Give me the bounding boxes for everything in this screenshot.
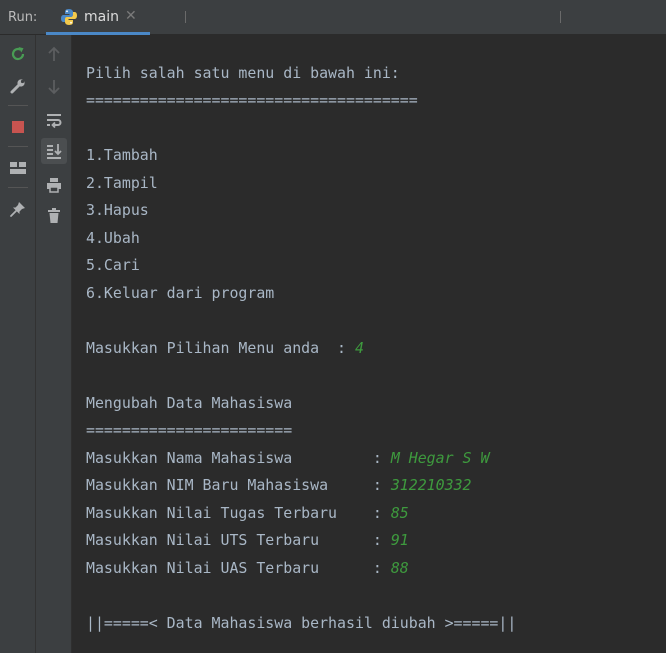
trash-icon[interactable]: [41, 203, 67, 229]
field-line-nim: Masukkan NIM Baru Mahasiswa : 312210332: [86, 475, 472, 495]
scroll-to-end-icon[interactable]: [41, 138, 67, 164]
menu-item-hapus: 3.Hapus: [86, 201, 149, 219]
field-input: 88: [390, 559, 409, 577]
run-toolbar: [0, 35, 36, 653]
print-icon[interactable]: [41, 172, 67, 198]
down-arrow-icon[interactable]: [41, 74, 67, 100]
section-title: Mengubah Data Mahasiswa: [86, 394, 293, 412]
menu-item-cari: 5.Cari: [86, 256, 140, 274]
menu-title: Pilih salah satu menu di bawah ini:: [86, 64, 400, 82]
layout-icon[interactable]: [5, 155, 31, 181]
tab-main-label: main: [84, 9, 119, 25]
console-toolbar: [36, 35, 72, 653]
field-line-uts: Masukkan Nilai UTS Terbaru : 91: [86, 530, 409, 550]
choice-line: Masukkan Pilihan Menu anda : 4: [86, 338, 364, 358]
section-rule: =======================: [86, 421, 293, 439]
python-icon: [60, 8, 78, 26]
stop-icon[interactable]: [5, 114, 31, 140]
toolbar-divider: [8, 105, 28, 106]
up-arrow-icon[interactable]: [41, 41, 67, 67]
field-prompt: Masukkan Nilai UTS Terbaru :: [86, 531, 391, 549]
run-label: Run:: [8, 10, 38, 25]
rerun-icon[interactable]: [5, 41, 31, 67]
field-prompt: Masukkan NIM Baru Mahasiswa :: [86, 476, 391, 494]
choice-prompt: Masukkan Pilihan Menu anda :: [86, 339, 355, 357]
success-message: ||=====< Data Mahasiswa berhasil diubah …: [86, 614, 517, 632]
menu-item-keluar: 6.Keluar dari program: [86, 284, 275, 302]
field-prompt: Masukkan Nilai Tugas Terbaru :: [86, 504, 391, 522]
field-line-nama: Masukkan Nama Mahasiswa : M Hegar S W: [86, 448, 489, 468]
toolbar-separator: [560, 11, 561, 23]
menu-item-tampil: 2.Tampil: [86, 174, 158, 192]
run-tool-window-header: Run: main ✕: [0, 0, 666, 35]
pin-icon[interactable]: [5, 196, 31, 222]
field-line-uas: Masukkan Nilai UAS Terbaru : 88: [86, 558, 409, 578]
wrench-icon[interactable]: [5, 73, 31, 99]
tab-main[interactable]: main ✕: [46, 0, 150, 35]
menu-item-tambah: 1.Tambah: [86, 146, 158, 164]
menu-item-ubah: 4.Ubah: [86, 229, 140, 247]
toolbar-divider: [8, 187, 28, 188]
field-input: 91: [390, 531, 409, 549]
toolbar-separator: [185, 11, 186, 23]
console-output[interactable]: Pilih salah satu menu di bawah ini: ====…: [73, 35, 666, 653]
choice-input: 4: [354, 339, 364, 357]
field-input: M Hegar S W: [390, 449, 490, 467]
field-line-tugas: Masukkan Nilai Tugas Terbaru : 85: [86, 503, 409, 523]
field-prompt: Masukkan Nama Mahasiswa :: [86, 449, 391, 467]
field-input: 85: [390, 504, 409, 522]
field-prompt: Masukkan Nilai UAS Terbaru :: [86, 559, 391, 577]
close-icon[interactable]: ✕: [125, 8, 137, 24]
menu-rule: =====================================: [86, 91, 418, 109]
toolbar-divider: [8, 146, 28, 147]
field-input: 312210332: [390, 476, 472, 494]
soft-wrap-icon[interactable]: [41, 107, 67, 133]
